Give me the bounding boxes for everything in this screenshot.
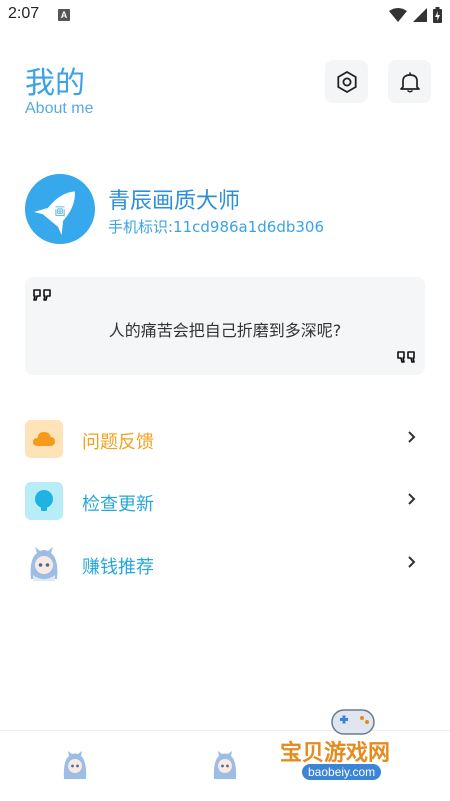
chevron-right-icon bbox=[408, 431, 416, 443]
menu-label-earn-money: 赚钱推荐 bbox=[82, 557, 154, 578]
chevron-right-icon bbox=[408, 556, 416, 568]
signal-icon bbox=[413, 8, 427, 22]
watermark-url: baobeiy.com bbox=[302, 764, 382, 780]
battery-icon bbox=[433, 7, 442, 23]
menu-item-feedback[interactable]: 问题反馈 bbox=[25, 420, 425, 460]
anime-girl-icon bbox=[213, 751, 237, 779]
cloud-icon bbox=[25, 420, 63, 458]
settings-icon bbox=[336, 70, 357, 93]
quote-text: 人的痛苦会把自己折磨到多深呢? bbox=[108, 321, 342, 340]
rocket-logo-icon: 画 bbox=[33, 191, 75, 236]
bell-icon bbox=[399, 72, 420, 92]
watermark-text: 宝贝游戏网 bbox=[280, 741, 391, 766]
profile-name: 青辰画质大师 bbox=[108, 189, 241, 214]
bulb-icon bbox=[25, 482, 63, 520]
status-time: 2:07 bbox=[8, 5, 40, 22]
device-id: 手机标识:11cd986a1d6db306 bbox=[108, 218, 325, 236]
chevron-right-icon bbox=[408, 493, 416, 505]
notification-icon: A bbox=[58, 9, 70, 21]
notifications-button[interactable] bbox=[388, 60, 431, 103]
anime-girl-icon bbox=[63, 751, 87, 779]
nav-tab-home[interactable] bbox=[60, 749, 90, 781]
nav-tab-tools[interactable] bbox=[210, 749, 240, 781]
menu-item-earn-money[interactable]: 赚钱推荐 bbox=[25, 545, 425, 585]
avatar-glyph: 画 bbox=[55, 205, 66, 218]
menu-label-check-update: 检查更新 bbox=[82, 494, 154, 515]
wifi-icon bbox=[389, 8, 407, 22]
page-title: 我的 bbox=[25, 66, 85, 101]
page-subtitle: About me bbox=[25, 100, 94, 117]
status-bar: 2:07 A bbox=[0, 0, 450, 30]
anime-girl-icon bbox=[25, 545, 63, 583]
avatar[interactable]: 画 bbox=[25, 174, 95, 244]
open-quote-icon bbox=[33, 289, 51, 301]
menu-label-feedback: 问题反馈 bbox=[82, 432, 154, 453]
status-icons bbox=[389, 7, 442, 23]
close-quote-icon bbox=[397, 351, 415, 363]
quote-card: 人的痛苦会把自己折磨到多深呢? bbox=[25, 277, 425, 375]
menu-item-check-update[interactable]: 检查更新 bbox=[25, 482, 425, 522]
settings-button[interactable] bbox=[325, 60, 368, 103]
watermark: 宝贝游戏网 baobeiy.com bbox=[280, 700, 430, 795]
